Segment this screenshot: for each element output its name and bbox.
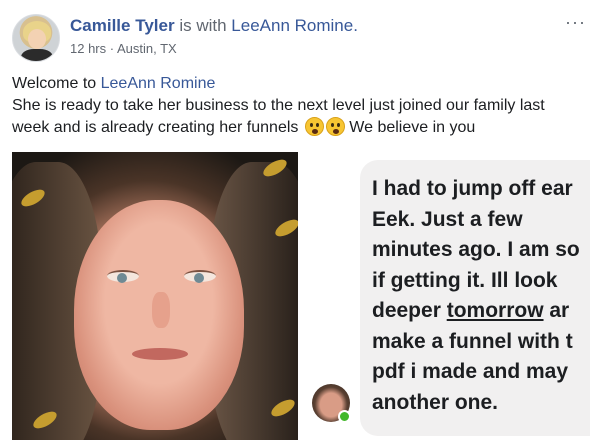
astonished-face-icon bbox=[304, 117, 324, 136]
photo-mouth bbox=[132, 348, 188, 360]
post-header: Camille Tyler is with LeeAnn Romine. 12 … bbox=[12, 10, 588, 62]
with-text: is with bbox=[179, 16, 227, 35]
post-photo-portrait[interactable] bbox=[12, 152, 298, 440]
post-line-1: Welcome to LeeAnn Romine bbox=[12, 75, 216, 92]
tagged-user-link[interactable]: LeeAnn Romine. bbox=[231, 16, 358, 35]
mention-link[interactable]: LeeAnn Romine bbox=[101, 75, 216, 92]
post-author-line: Camille Tyler is with LeeAnn Romine. bbox=[70, 16, 358, 36]
message-text: I had to jump off ear Eek. Just a few minu… bbox=[372, 177, 580, 414]
post-meta[interactable]: 12 hrs · Austin, TX bbox=[70, 41, 177, 56]
avatar-body bbox=[21, 49, 53, 61]
more-horizontal-icon[interactable]: ··· bbox=[565, 12, 586, 33]
avatar-face bbox=[28, 29, 46, 49]
author-avatar[interactable] bbox=[12, 14, 60, 62]
post-line-2: She is ready to take her business to the… bbox=[12, 97, 545, 114]
photo-nose bbox=[152, 292, 170, 328]
online-status-icon bbox=[338, 410, 351, 423]
author-name-link[interactable]: Camille Tyler bbox=[70, 16, 175, 35]
post-text: Welcome to LeeAnn Romine She is ready to… bbox=[12, 73, 596, 139]
photo-eye-right bbox=[184, 270, 216, 283]
photo-eye-left bbox=[107, 270, 139, 283]
post-photo-message-screenshot[interactable]: I had to jump off ear Eek. Just a few minu… bbox=[310, 152, 590, 440]
astonished-face-icon bbox=[325, 117, 345, 136]
post-line-3: week and is already creating her funnels… bbox=[12, 117, 476, 136]
